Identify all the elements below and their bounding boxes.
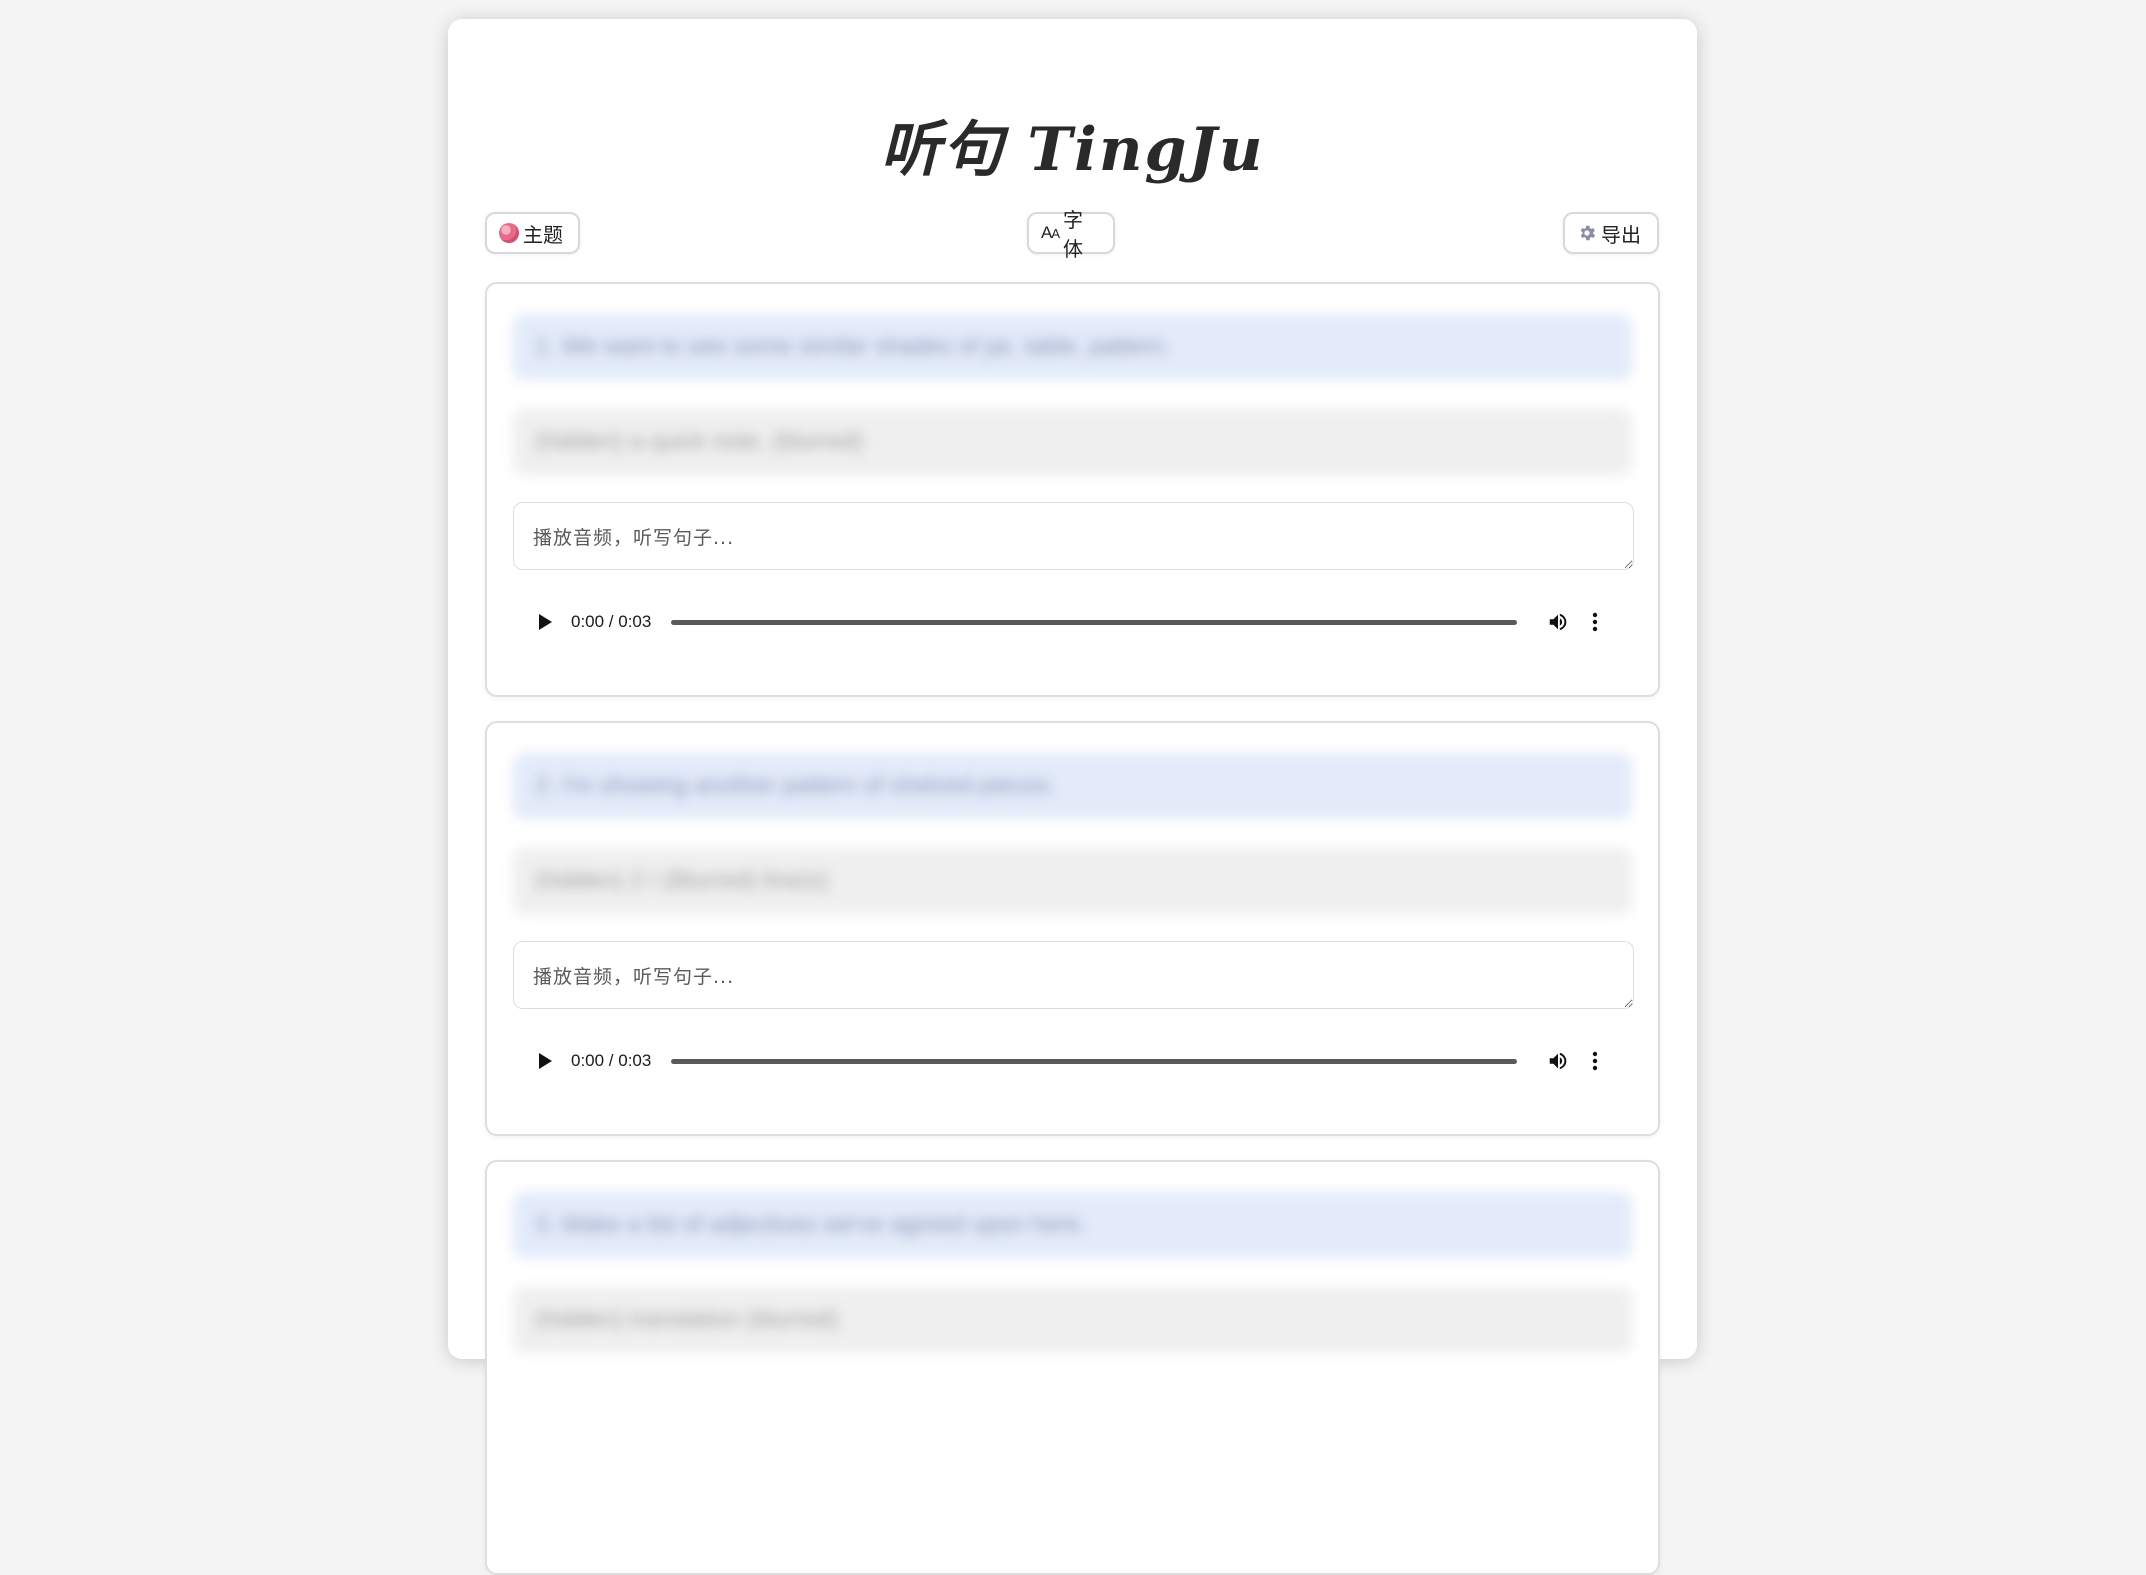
font-button[interactable]: AA 字体 [1027, 210, 1115, 261]
play-button[interactable] [533, 1049, 557, 1073]
theme-button-label: 主题 [523, 224, 563, 247]
sentence-card: 1. We want to see some similar shades of… [485, 282, 1660, 697]
audio-player: 0:00 / 0:03 [513, 592, 1634, 652]
hidden-sentence[interactable]: 3. Make a list of adjectives we've agree… [513, 1192, 1632, 1258]
app-container: 听句 TingJu 主题 AA 字体 导出 1. We want to see … [448, 19, 1697, 1575]
more-vertical-icon [1593, 1051, 1598, 1071]
gear-icon [1577, 223, 1597, 243]
volume-button[interactable] [1545, 1048, 1571, 1074]
hidden-sentence[interactable]: 1. We want to see some similar shades of… [513, 314, 1632, 380]
hidden-translation[interactable]: (hidden) translation (blurred) [513, 1287, 1632, 1353]
hidden-translation[interactable]: (hidden) a quick note, (blurred) [513, 409, 1632, 475]
font-size-icon: AA [1041, 223, 1060, 242]
volume-button[interactable] [1545, 609, 1571, 635]
volume-icon [1550, 613, 1567, 631]
export-button-label: 导出 [1601, 224, 1641, 247]
app-title: 听句 TingJu [880, 115, 1265, 185]
more-options-button[interactable] [1585, 609, 1605, 635]
dictation-input[interactable] [513, 502, 1634, 570]
audio-time: 0:00 / 0:03 [571, 612, 652, 631]
audio-time: 0:00 / 0:03 [571, 1051, 652, 1070]
volume-icon [1550, 1052, 1567, 1070]
palette-icon [499, 223, 519, 243]
audio-progress-bar[interactable] [671, 1058, 1518, 1064]
play-button[interactable] [533, 610, 557, 634]
export-button[interactable]: 导出 [1563, 212, 1659, 254]
hidden-translation[interactable]: (hidden) 2 I (Blurred) line(s) [513, 848, 1632, 914]
theme-button[interactable]: 主题 [485, 212, 580, 254]
more-options-button[interactable] [1585, 1048, 1605, 1074]
play-icon [539, 614, 552, 630]
font-button-label: 字体 [1063, 210, 1084, 261]
audio-player: 0:00 / 0:03 [513, 1031, 1634, 1091]
dictation-input[interactable] [513, 941, 1634, 1009]
hidden-sentence[interactable]: 2. I'm showing another pattern of shelve… [513, 753, 1632, 819]
sentence-card: 2. I'm showing another pattern of shelve… [485, 721, 1660, 1136]
play-icon [539, 1053, 552, 1069]
audio-progress-bar[interactable] [671, 619, 1518, 625]
more-vertical-icon [1593, 612, 1598, 632]
sentence-card: 3. Make a list of adjectives we've agree… [485, 1160, 1660, 1575]
